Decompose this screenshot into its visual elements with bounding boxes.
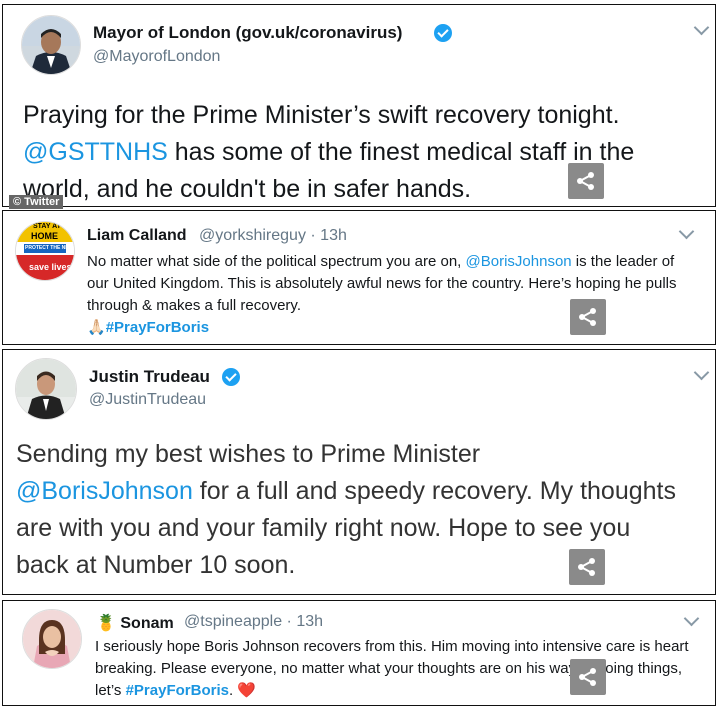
author-name[interactable]: Justin Trudeau [89, 367, 210, 387]
avatar-text-home: HOME [31, 231, 58, 241]
pineapple-emoji: 🍍 [96, 615, 116, 632]
author-name[interactable]: Liam Calland [87, 227, 187, 245]
hashtag-link[interactable]: #PrayForBoris [126, 682, 229, 699]
author-handle[interactable]: @yorkshireguy · 13h [199, 227, 347, 245]
twitter-watermark: © Twitter [9, 195, 64, 209]
avatar[interactable] [15, 358, 77, 420]
share-icon [579, 308, 596, 326]
avatar[interactable] [21, 15, 81, 75]
share-button[interactable] [570, 659, 606, 695]
avatar-text-stay: STAY AT [33, 223, 61, 230]
share-button[interactable] [570, 299, 606, 335]
avatar-text-nhs: PROTECT THE NHS [25, 245, 73, 251]
mention-link[interactable]: @GSTTNHS [23, 138, 168, 166]
tweet-time[interactable]: · 13h [306, 227, 346, 244]
chevron-down-icon[interactable] [683, 610, 700, 627]
pray-emoji: 🙏🏻 [87, 319, 106, 336]
share-icon [579, 668, 596, 686]
mention-link[interactable]: @BorisJohnson [16, 477, 193, 505]
chevron-down-icon[interactable] [693, 19, 710, 36]
heart-emoji: ❤️ [237, 682, 256, 699]
avatar-text-save: save lives [29, 262, 72, 272]
tweet-card-liam: STAY AT HOME PROTECT THE NHS save lives … [2, 210, 716, 345]
tweet-card-mayor: Mayor of London (gov.uk/coronavirus) @Ma… [2, 4, 716, 209]
tweet-time[interactable]: · 13h [282, 613, 323, 630]
hashtag-link[interactable]: #PrayForBoris [106, 319, 209, 336]
tweet-card-trudeau: Justin Trudeau @JustinTrudeau Sending my… [2, 349, 716, 595]
tweet-card-sonam: 🍍 Sonam @tspineapple · 13h I seriously h… [2, 600, 716, 706]
share-icon [577, 172, 594, 190]
share-button[interactable] [568, 163, 604, 199]
author-handle[interactable]: @MayorofLondon [93, 48, 220, 66]
verified-badge-icon [222, 368, 240, 386]
mention-link[interactable]: @BorisJohnson [466, 253, 572, 270]
verified-badge-icon [434, 24, 452, 42]
author-name[interactable]: 🍍 Sonam [96, 613, 174, 633]
author-handle[interactable]: @JustinTrudeau [89, 391, 206, 409]
avatar[interactable]: STAY AT HOME PROTECT THE NHS save lives [15, 221, 75, 281]
author-handle[interactable]: @tspineapple · 13h [184, 613, 323, 631]
chevron-down-icon[interactable] [693, 364, 710, 381]
author-name[interactable]: Mayor of London (gov.uk/coronavirus) [93, 23, 402, 43]
share-icon [578, 558, 595, 576]
chevron-down-icon[interactable] [678, 223, 695, 240]
avatar[interactable] [22, 609, 82, 669]
share-button[interactable] [569, 549, 605, 585]
